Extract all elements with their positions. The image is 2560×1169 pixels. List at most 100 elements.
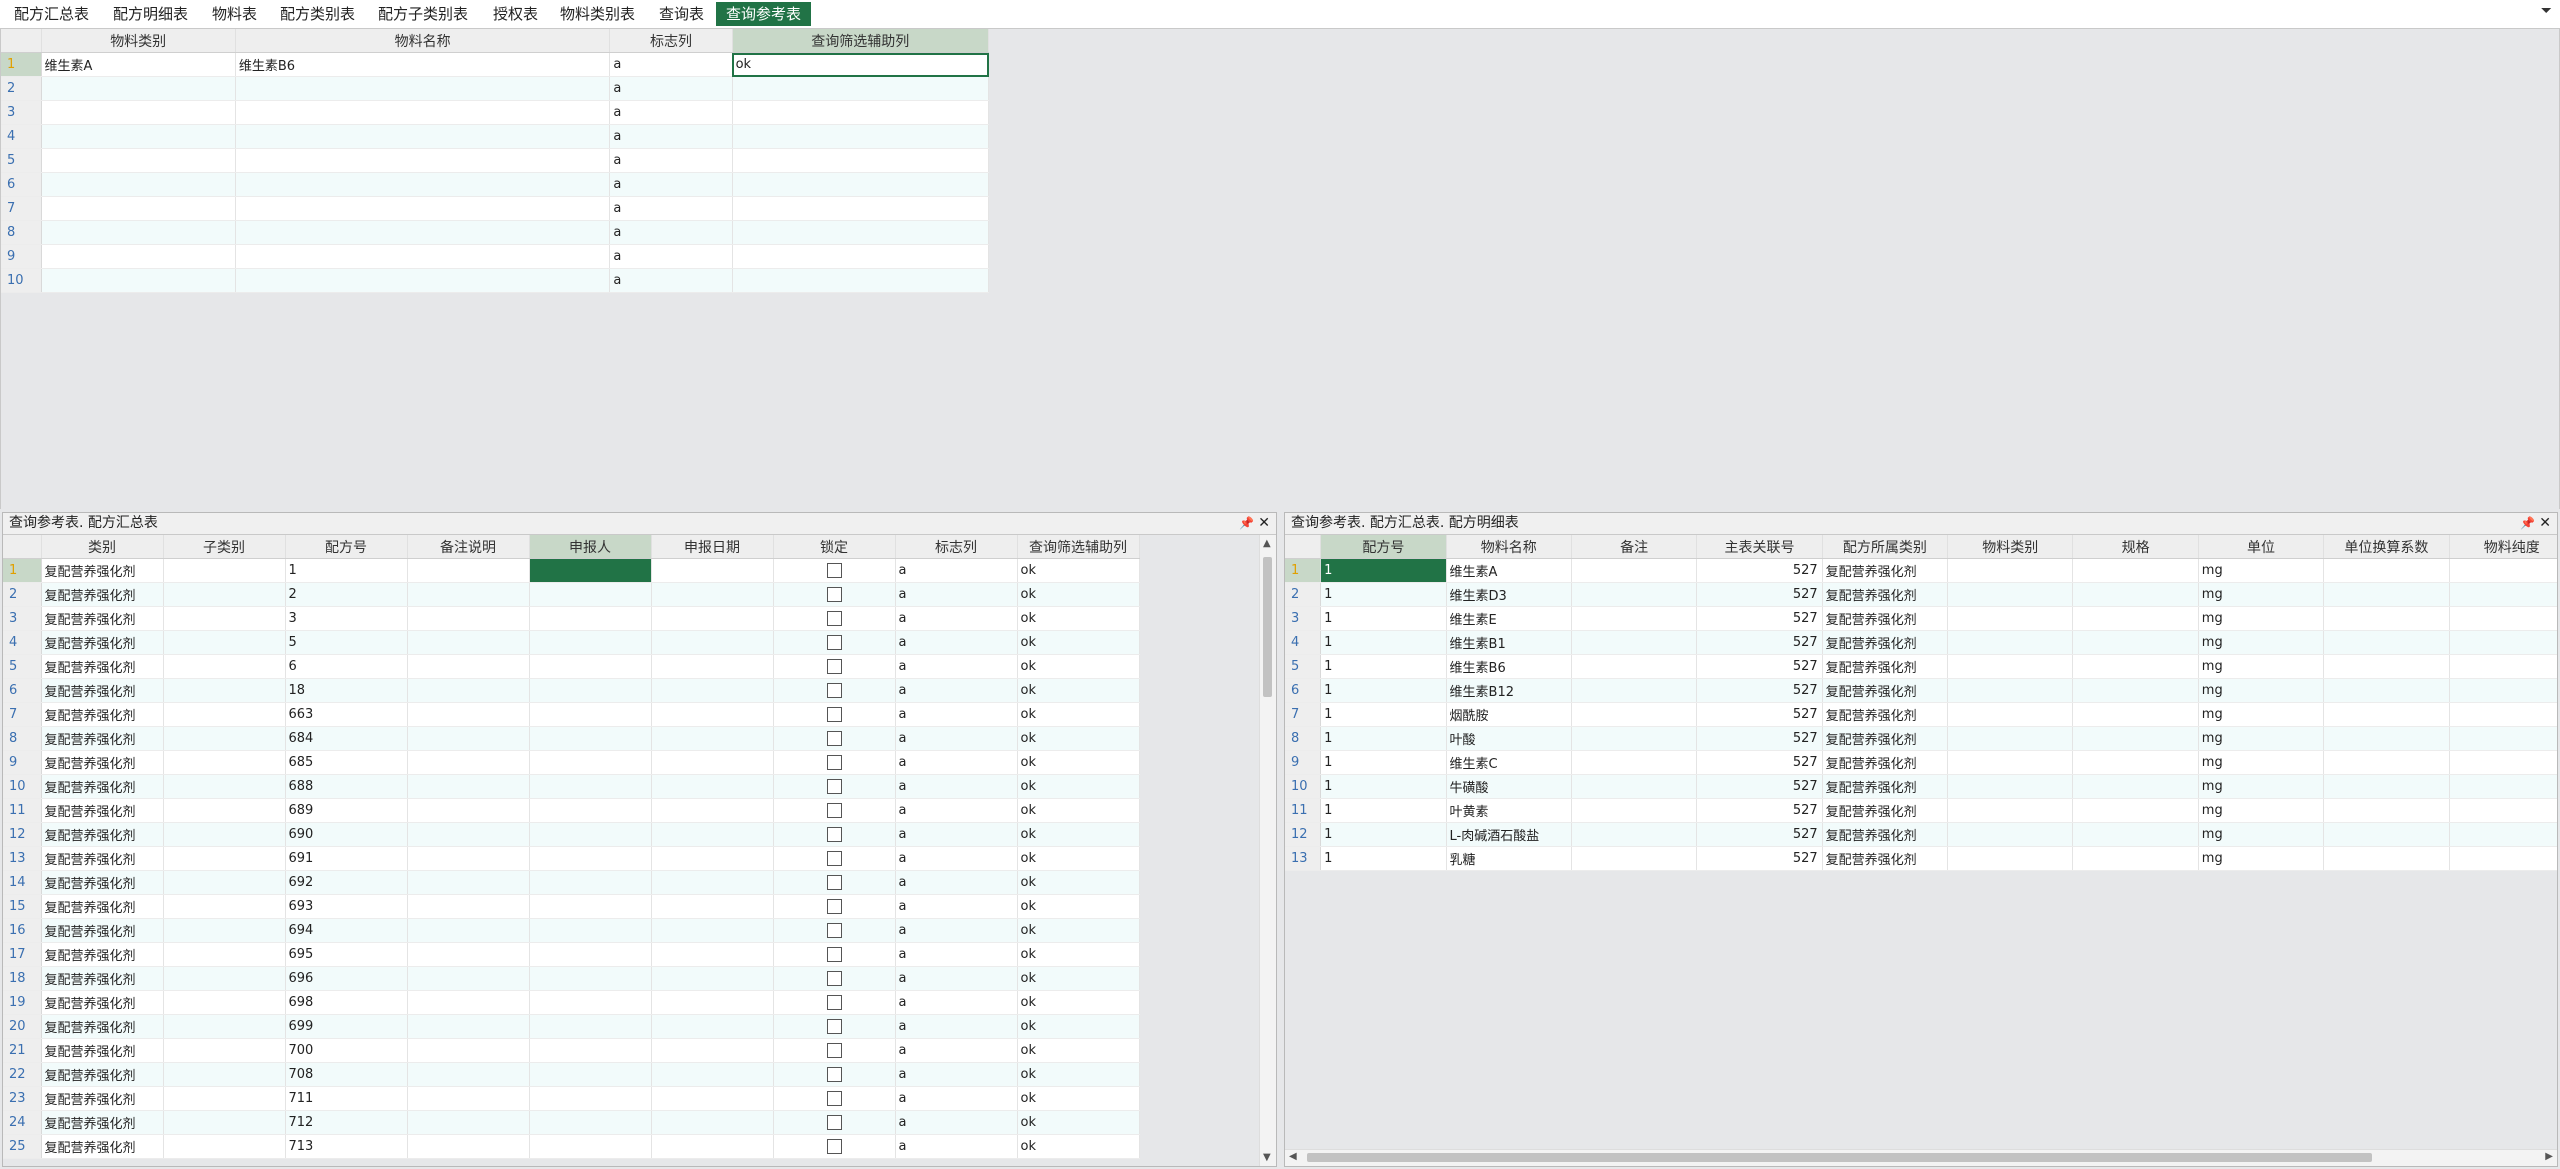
pin-icon[interactable]: 📌	[1239, 513, 1254, 534]
material-name-cell[interactable]	[235, 148, 611, 173]
category-cell[interactable]: 复配营养强化剂	[41, 918, 164, 943]
locked-checkbox[interactable]	[826, 563, 842, 578]
column-header-master-link[interactable]: 主表关联号	[1696, 535, 1823, 559]
locked-checkbox[interactable]	[826, 923, 842, 938]
subcategory-cell[interactable]	[163, 1014, 286, 1039]
remark-cell[interactable]	[1571, 654, 1698, 679]
table-row[interactable]: 12 1 L-肉碱酒石酸盐 527 复配营养强化剂 mg	[1285, 822, 2557, 847]
column-header-remarks[interactable]: 备注说明	[407, 535, 530, 559]
remarks-cell[interactable]	[407, 822, 530, 847]
unit-factor-cell[interactable]	[2323, 558, 2450, 583]
master-link-cell[interactable]: 527	[1696, 798, 1823, 823]
locked-checkbox[interactable]	[826, 827, 842, 842]
locked-checkbox[interactable]	[826, 899, 842, 914]
query-aux-cell[interactable]	[732, 196, 990, 221]
material-category-cell[interactable]	[1947, 654, 2074, 679]
scroll-thumb[interactable]	[1263, 557, 1272, 697]
recipe-no-cell[interactable]: 689	[285, 798, 408, 823]
remark-cell[interactable]	[1571, 606, 1698, 631]
column-header-query-aux[interactable]: 查询筛选辅助列	[1017, 535, 1140, 559]
material-name-cell[interactable]: 烟酰胺	[1446, 702, 1572, 727]
row-number[interactable]: 6	[1, 172, 42, 197]
locked-checkbox[interactable]	[826, 851, 842, 866]
query-aux-cell[interactable]: ok	[1017, 870, 1140, 895]
close-icon[interactable]: ✕	[2539, 513, 2551, 534]
material-name-cell[interactable]: 乳糖	[1446, 846, 1572, 871]
recipe-category-cell[interactable]: 复配营养强化剂	[1822, 846, 1949, 871]
flag-cell[interactable]: a	[895, 774, 1018, 799]
flag-cell[interactable]: a	[895, 1062, 1018, 1087]
category-cell[interactable]: 复配营养强化剂	[41, 990, 164, 1015]
query-aux-cell[interactable]	[732, 124, 990, 149]
category-cell[interactable]: 复配营养强化剂	[41, 942, 164, 967]
unit-factor-cell[interactable]	[2323, 654, 2450, 679]
subcategory-cell[interactable]	[163, 798, 286, 823]
table-row[interactable]: 16 复配营养强化剂 694 a ok	[3, 918, 1140, 943]
applicant-cell[interactable]	[529, 822, 652, 847]
tab-recipe-subcategory[interactable]: 配方子类别表	[378, 2, 468, 26]
query-aux-cell[interactable]: ok	[1017, 1038, 1140, 1063]
applicant-cell[interactable]	[529, 846, 652, 871]
locked-checkbox[interactable]	[826, 1139, 842, 1154]
row-number[interactable]: 3	[3, 606, 42, 631]
material-name-cell[interactable]: 维生素B12	[1446, 678, 1572, 703]
spec-cell[interactable]	[2072, 654, 2199, 679]
query-aux-cell[interactable]: ok	[1017, 846, 1140, 871]
subcategory-cell[interactable]	[163, 918, 286, 943]
query-aux-cell[interactable]: ok	[1017, 774, 1140, 799]
material-category-cell[interactable]	[41, 244, 236, 269]
row-number[interactable]: 1	[3, 558, 42, 583]
table-row[interactable]: 13 复配营养强化剂 691 a ok	[3, 846, 1140, 871]
query-aux-cell[interactable]: ok	[1017, 702, 1140, 727]
locked-checkbox[interactable]	[826, 971, 842, 986]
row-number[interactable]: 25	[3, 1134, 42, 1159]
locked-checkbox[interactable]	[826, 875, 842, 890]
applicant-cell[interactable]	[529, 1110, 652, 1135]
flag-cell[interactable]: a	[895, 1110, 1018, 1135]
material-name-cell[interactable]	[235, 100, 611, 125]
table-row[interactable]: 1 维生素A 维生素B6 a ok	[1, 52, 990, 77]
column-header-purity[interactable]: 物料纯度	[2449, 535, 2557, 559]
category-cell[interactable]: 复配营养强化剂	[41, 630, 164, 655]
purity-cell[interactable]	[2449, 702, 2557, 727]
subcategory-cell[interactable]	[163, 1086, 286, 1111]
flag-cell[interactable]: a	[895, 630, 1018, 655]
subcategory-cell[interactable]	[163, 702, 286, 727]
table-row[interactable]: 9 1 维生素C 527 复配营养强化剂 mg	[1285, 750, 2557, 775]
recipe-no-cell[interactable]: 663	[285, 702, 408, 727]
remark-cell[interactable]	[1571, 630, 1698, 655]
row-number[interactable]: 10	[1, 268, 42, 293]
locked-cell[interactable]	[773, 630, 896, 655]
locked-cell[interactable]	[773, 558, 896, 583]
locked-checkbox[interactable]	[826, 803, 842, 818]
flag-cell[interactable]: a	[895, 870, 1018, 895]
query-aux-cell[interactable]: ok	[1017, 918, 1140, 943]
recipe-category-cell[interactable]: 复配营养强化剂	[1822, 774, 1949, 799]
applicant-cell[interactable]	[529, 1062, 652, 1087]
flag-cell[interactable]: a	[609, 172, 733, 197]
locked-cell[interactable]	[773, 1014, 896, 1039]
apply-date-cell[interactable]	[651, 798, 774, 823]
table-row[interactable]: 6a	[1, 172, 990, 197]
recipe-no-cell[interactable]: 1	[1320, 846, 1447, 871]
row-number[interactable]: 4	[1, 124, 42, 149]
purity-cell[interactable]	[2449, 774, 2557, 799]
subcategory-cell[interactable]	[163, 726, 286, 751]
table-row[interactable]: 6 复配营养强化剂 18 a ok	[3, 678, 1140, 703]
query-aux-cell[interactable]: ok	[1017, 798, 1140, 823]
unit-factor-cell[interactable]	[2323, 606, 2450, 631]
row-number[interactable]: 13	[1285, 846, 1322, 871]
master-link-cell[interactable]: 527	[1696, 582, 1823, 607]
unit-cell[interactable]: mg	[2198, 582, 2325, 607]
column-header-subcategory[interactable]: 子类别	[163, 535, 286, 559]
grid-corner[interactable]	[1, 29, 42, 53]
apply-date-cell[interactable]	[651, 822, 774, 847]
row-number[interactable]: 9	[1, 244, 42, 269]
master-link-cell[interactable]: 527	[1696, 630, 1823, 655]
material-name-cell[interactable]	[235, 220, 611, 245]
table-row[interactable]: 9 复配营养强化剂 685 a ok	[3, 750, 1140, 775]
apply-date-cell[interactable]	[651, 774, 774, 799]
scroll-down-icon[interactable]: ▼	[1263, 1152, 1271, 1163]
master-link-cell[interactable]: 527	[1696, 654, 1823, 679]
material-name-cell[interactable]: 维生素E	[1446, 606, 1572, 631]
